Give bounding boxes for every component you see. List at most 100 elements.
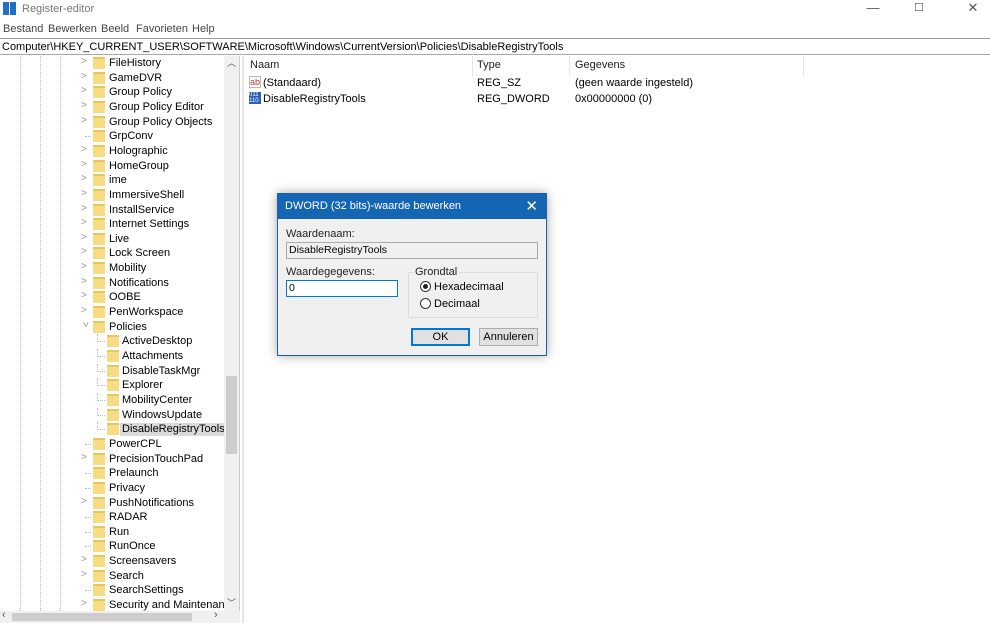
scroll-right-arrow-icon[interactable]: ›: [214, 609, 218, 621]
tree-item[interactable]: > ime: [0, 173, 239, 188]
value-row[interactable]: 011 110 DisableRegistryTools REG_DWORD 0x…: [245, 92, 845, 107]
tree-item[interactable]: RADAR: [0, 510, 239, 525]
scrollbar-thumb[interactable]: [12, 613, 192, 621]
tree-item[interactable]: > Internet Settings: [0, 217, 239, 232]
tree-connector: [85, 531, 91, 533]
minimize-button[interactable]: —: [850, 0, 896, 18]
cancel-button[interactable]: Annuleren: [479, 328, 538, 346]
column-header-gegevens[interactable]: Gegevens: [575, 59, 625, 71]
chevron-right-icon[interactable]: >: [81, 598, 89, 609]
chevron-right-icon[interactable]: >: [81, 144, 89, 155]
scroll-down-arrow-icon[interactable]: ﹀: [227, 596, 236, 609]
column-header-naam[interactable]: Naam: [250, 59, 279, 71]
address-bar[interactable]: Computer\HKEY_CURRENT_USER\SOFTWARE\Micr…: [0, 38, 990, 55]
chevron-right-icon[interactable]: >: [81, 71, 89, 82]
tree-item[interactable]: Run: [0, 525, 239, 540]
chevron-right-icon[interactable]: >: [81, 159, 89, 170]
tree-item[interactable]: > PrecisionTouchPad: [0, 452, 239, 467]
chevron-right-icon[interactable]: >: [81, 554, 89, 565]
chevron-right-icon[interactable]: >: [81, 290, 89, 301]
tree-item[interactable]: Prelaunch: [0, 466, 239, 481]
maximize-button[interactable]: ☐: [896, 0, 942, 18]
tree-item[interactable]: > Group Policy Objects: [0, 115, 239, 130]
tree-item[interactable]: WindowsUpdate: [0, 407, 239, 423]
tree-item[interactable]: DisableRegistryTools: [0, 422, 239, 437]
tree-item[interactable]: Explorer: [0, 378, 239, 393]
chevron-right-icon[interactable]: >: [81, 56, 89, 67]
scrollbar-thumb[interactable]: [226, 376, 237, 454]
chevron-right-icon[interactable]: >: [81, 100, 89, 111]
chevron-right-icon[interactable]: >: [81, 115, 89, 126]
scroll-left-arrow-icon[interactable]: ‹: [2, 609, 6, 621]
column-header-type[interactable]: Type: [477, 59, 501, 71]
menu-beeld[interactable]: Beeld: [101, 23, 129, 35]
chevron-right-icon[interactable]: >: [81, 173, 89, 184]
pane-splitter[interactable]: [242, 56, 244, 623]
close-button[interactable]: ✕: [950, 0, 990, 18]
tree-item[interactable]: Privacy: [0, 481, 239, 496]
chevron-right-icon[interactable]: >: [81, 203, 89, 214]
tree-item[interactable]: > Security and Maintenance: [0, 598, 239, 611]
chevron-right-icon[interactable]: >: [81, 261, 89, 272]
ok-button[interactable]: OK: [411, 328, 470, 346]
menu-bestand[interactable]: Bestand: [3, 23, 43, 35]
tree-item[interactable]: ActiveDesktop: [0, 334, 239, 349]
tree-item[interactable]: > GameDVR: [0, 71, 239, 86]
chevron-right-icon[interactable]: >: [81, 305, 89, 316]
column-divider[interactable]: [803, 56, 804, 76]
dialog-close-icon[interactable]: ✕: [525, 197, 538, 215]
chevron-right-icon[interactable]: >: [81, 569, 89, 580]
hexadecimal-radio[interactable]: [420, 281, 431, 292]
chevron-right-icon[interactable]: >: [81, 496, 89, 507]
tree-item[interactable]: > HomeGroup: [0, 159, 239, 174]
hexadecimal-label[interactable]: Hexadecimaal: [434, 281, 504, 293]
chevron-right-icon[interactable]: >: [81, 217, 89, 228]
column-divider[interactable]: [569, 56, 570, 76]
chevron-right-icon[interactable]: >: [81, 452, 89, 463]
column-divider[interactable]: [472, 56, 473, 76]
chevron-down-icon[interactable]: >: [80, 321, 91, 329]
tree-item[interactable]: > Group Policy: [0, 85, 239, 100]
tree-item[interactable]: RunOnce: [0, 539, 239, 554]
menu-favorieten[interactable]: Favorieten: [136, 23, 188, 35]
tree-item[interactable]: > ImmersiveShell: [0, 188, 239, 203]
tree-item[interactable]: > FileHistory: [0, 56, 239, 71]
tree-item[interactable]: > Notifications: [0, 276, 239, 291]
tree-item[interactable]: SearchSettings: [0, 583, 239, 598]
chevron-right-icon[interactable]: >: [81, 85, 89, 96]
decimal-radio[interactable]: [420, 298, 431, 309]
tree-item[interactable]: GrpConv: [0, 129, 239, 144]
tree-item[interactable]: > PushNotifications: [0, 496, 239, 511]
value-row[interactable]: ab (Standaard) REG_SZ (geen waarde inges…: [245, 76, 845, 91]
key-tree[interactable]: > FileHistory > GameDVR > Group Policy > Group …: [0, 56, 240, 611]
tree-horizontal-scrollbar[interactable]: ‹ ›: [0, 609, 240, 623]
decimal-label[interactable]: Decimaal: [434, 298, 480, 310]
tree-item[interactable]: > Mobility: [0, 261, 239, 276]
tree-item[interactable]: > Group Policy Editor: [0, 100, 239, 115]
folder-icon: [93, 71, 105, 84]
tree-item[interactable]: DisableTaskMgr: [0, 363, 239, 379]
tree-item[interactable]: > OOBE: [0, 290, 239, 305]
chevron-right-icon[interactable]: >: [81, 232, 89, 243]
tree-item[interactable]: > Search: [0, 569, 239, 584]
menu-help[interactable]: Help: [192, 23, 215, 35]
tree-item[interactable]: Attachments: [0, 349, 239, 364]
chevron-right-icon[interactable]: >: [81, 188, 89, 199]
tree-item[interactable]: > Lock Screen: [0, 246, 239, 261]
tree-item[interactable]: > Screensavers: [0, 554, 239, 569]
tree-item[interactable]: > InstallService: [0, 203, 239, 218]
folder-icon: [93, 584, 105, 597]
tree-item[interactable]: PowerCPL: [0, 437, 239, 452]
tree-item[interactable]: MobilityCenter: [0, 392, 239, 408]
tree-item[interactable]: > Holographic: [0, 144, 239, 159]
menu-bewerken[interactable]: Bewerken: [48, 23, 97, 35]
tree-item[interactable]: > Policies: [0, 320, 239, 335]
tree-vertical-scrollbar[interactable]: ︿ ﹀: [224, 56, 239, 611]
folder-icon: [93, 232, 105, 245]
tree-item[interactable]: > Live: [0, 232, 239, 247]
tree-item[interactable]: > PenWorkspace: [0, 305, 239, 320]
chevron-right-icon[interactable]: >: [81, 276, 89, 287]
scroll-up-arrow-icon[interactable]: ︿: [227, 56, 236, 69]
value-data-input[interactable]: 0: [286, 280, 398, 297]
chevron-right-icon[interactable]: >: [81, 246, 89, 257]
